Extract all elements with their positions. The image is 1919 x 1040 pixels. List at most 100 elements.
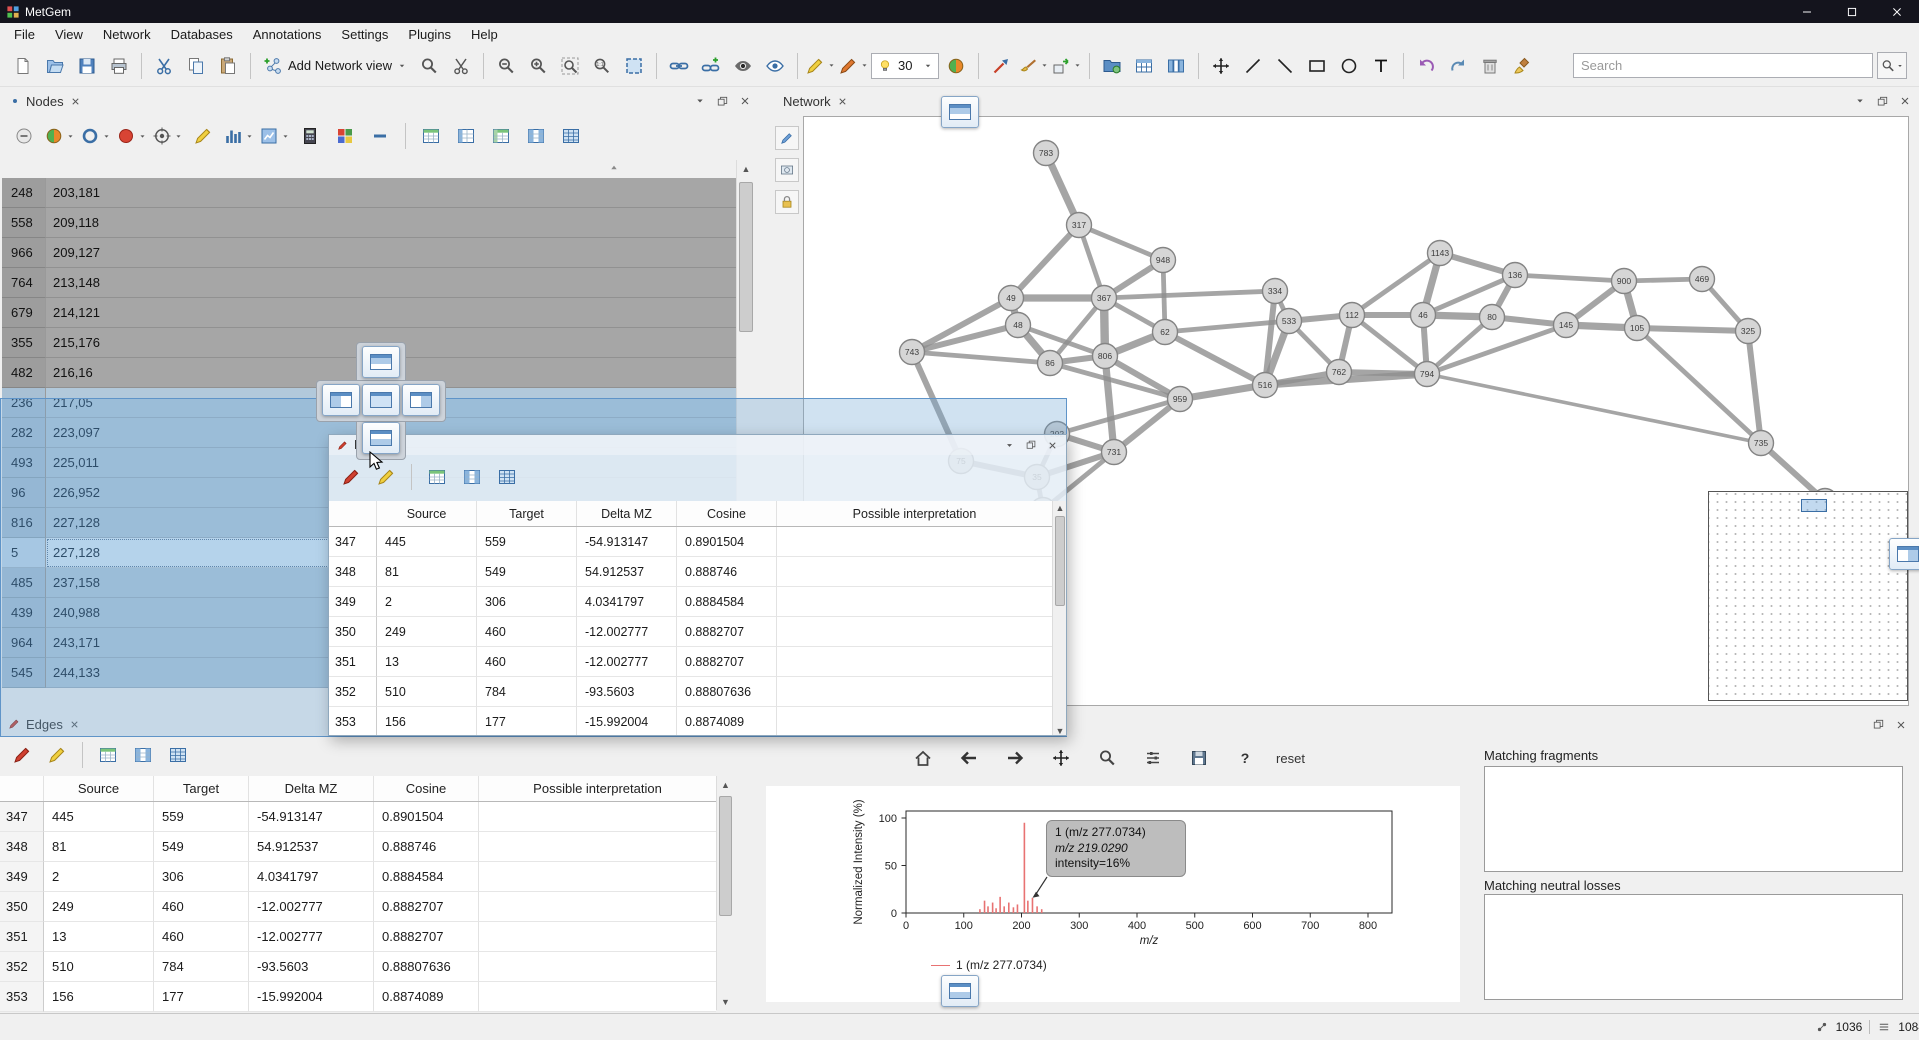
color-sphere-button[interactable] (941, 51, 971, 81)
zoom-in-button[interactable] (523, 51, 553, 81)
matching-float-icon[interactable] (1872, 718, 1885, 731)
link-button[interactable] (664, 51, 694, 81)
table-row[interactable]: 347445559-54.9131470.8901504 (0, 802, 716, 832)
table-row[interactable]: 3488154954.9125370.888746 (0, 832, 716, 862)
floating-titlebar[interactable]: Edges (329, 435, 1066, 455)
network-close-icon[interactable] (1899, 95, 1911, 107)
menu-view[interactable]: View (45, 25, 93, 44)
network-tab-close-icon[interactable] (837, 96, 848, 107)
redo-button[interactable] (1443, 51, 1473, 81)
trash-button[interactable] (1475, 51, 1505, 81)
network-edit-button[interactable] (775, 126, 799, 150)
red-dot-button[interactable] (116, 121, 147, 151)
table-row[interactable]: 248203,181 (2, 178, 736, 208)
pixel-colors-button[interactable] (330, 121, 360, 151)
table-top-green2-button[interactable] (486, 121, 516, 151)
maximize-button[interactable] (1829, 0, 1874, 23)
floating-menu-arrow-icon[interactable] (1004, 440, 1015, 451)
table-row[interactable]: 352510784-93.56030.88807636 (329, 677, 1052, 707)
table-cols-blue-button[interactable] (457, 462, 487, 492)
network-edge[interactable] (1427, 325, 1566, 374)
edges-scrollbar-thumb[interactable] (719, 796, 732, 916)
columns-blue-button[interactable] (1161, 51, 1191, 81)
floating-float-icon[interactable] (1025, 439, 1037, 451)
table-row[interactable]: 966209,127 (2, 238, 736, 268)
yellow-pen-button[interactable] (188, 121, 218, 151)
menu-network[interactable]: Network (93, 25, 161, 44)
blue-chart-button[interactable] (259, 121, 290, 151)
table-full-button[interactable] (163, 740, 193, 770)
undo-button[interactable] (1411, 51, 1441, 81)
network-edge[interactable] (1637, 328, 1748, 331)
move-tool-button[interactable] (1046, 743, 1076, 773)
sort-indicator-icon[interactable] (608, 162, 620, 174)
table-row[interactable]: 353156177-15.9920040.8874089 (329, 707, 1052, 736)
show-eye-button[interactable] (760, 51, 790, 81)
network-edge[interactable] (1339, 372, 1427, 374)
save-figure-button[interactable] (1184, 743, 1214, 773)
circle-tool-button[interactable] (1334, 51, 1364, 81)
target-button[interactable] (152, 121, 183, 151)
table-row[interactable]: 352510784-93.56030.88807636 (0, 952, 716, 982)
diag-tool-button[interactable] (1270, 51, 1300, 81)
nodes-menu-arrow-icon[interactable] (694, 95, 706, 107)
floating-scrollbar[interactable]: ▲ ▼ (1052, 501, 1067, 736)
minimize-button[interactable] (1784, 0, 1829, 23)
table-row[interactable]: 34923064.03417970.8884584 (329, 587, 1052, 617)
scissors-button[interactable] (446, 51, 476, 81)
network-minimap[interactable] (1708, 491, 1908, 701)
color-sphere-button[interactable] (44, 121, 75, 151)
bar-chart-button[interactable] (223, 121, 254, 151)
menu-annotations[interactable]: Annotations (243, 25, 332, 44)
table-row[interactable]: 347445559-54.9131470.8901504 (329, 527, 1052, 557)
home-button[interactable] (908, 743, 938, 773)
table-row[interactable]: 3488154954.9125370.888746 (329, 557, 1052, 587)
menu-file[interactable]: File (4, 25, 45, 44)
table-top-green-button[interactable] (93, 740, 123, 770)
table-row[interactable]: 35113460-12.0027770.8882707 (329, 647, 1052, 677)
network-float-icon[interactable] (1876, 95, 1889, 108)
text-tool-button[interactable] (1366, 51, 1396, 81)
search-button[interactable] (1877, 52, 1907, 79)
folder-network-button[interactable] (1097, 51, 1127, 81)
table-top-green-button[interactable] (416, 121, 446, 151)
zoom-magnifier-button[interactable] (1092, 743, 1122, 773)
nodes-scrollbar-thumb[interactable] (739, 182, 753, 332)
table-full-button[interactable] (556, 121, 586, 151)
zoom-actual-button[interactable]: 1:1 (587, 51, 617, 81)
brush-button[interactable] (1018, 51, 1049, 81)
add-network-view-button[interactable]: Add Network view (258, 51, 412, 81)
network-edge[interactable] (912, 298, 1011, 352)
dart-button[interactable] (986, 51, 1016, 81)
network-menu-arrow-icon[interactable] (1854, 95, 1866, 107)
network-tab[interactable]: Network (783, 94, 831, 109)
color-pen-button[interactable] (838, 51, 869, 81)
dock-indicator-left-tile[interactable] (322, 384, 360, 416)
table-row[interactable]: 34923064.03417970.8884584 (0, 862, 716, 892)
menu-settings[interactable]: Settings (331, 25, 398, 44)
menu-databases[interactable]: Databases (161, 25, 243, 44)
line-tool-button[interactable] (1238, 51, 1268, 81)
red-pen-button[interactable] (7, 740, 37, 770)
forward-button[interactable] (1000, 743, 1030, 773)
network-edge[interactable] (1011, 225, 1079, 298)
menu-plugins[interactable]: Plugins (398, 25, 461, 44)
nodes-float-icon[interactable] (716, 95, 729, 108)
minus-blue-button[interactable] (365, 121, 395, 151)
close-button[interactable] (1874, 0, 1919, 23)
new-file-button[interactable] (8, 51, 38, 81)
search-input[interactable] (1573, 53, 1873, 78)
table-row[interactable]: 679214,121 (2, 298, 736, 328)
yellow-pen-button[interactable] (805, 51, 836, 81)
export-button[interactable] (1051, 51, 1082, 81)
link-add-button[interactable] (696, 51, 726, 81)
table-top-green-button[interactable] (422, 462, 452, 492)
zoom-out-button[interactable] (491, 51, 521, 81)
matching-close-icon[interactable] (1895, 719, 1907, 731)
table-row[interactable]: 350249460-12.0027770.8882707 (329, 617, 1052, 647)
dock-indicator-top-tile[interactable] (362, 346, 400, 378)
network-edge[interactable] (1515, 275, 1624, 281)
network-edge[interactable] (1637, 328, 1761, 443)
save-button[interactable] (72, 51, 102, 81)
floating-close-icon[interactable] (1047, 440, 1058, 451)
